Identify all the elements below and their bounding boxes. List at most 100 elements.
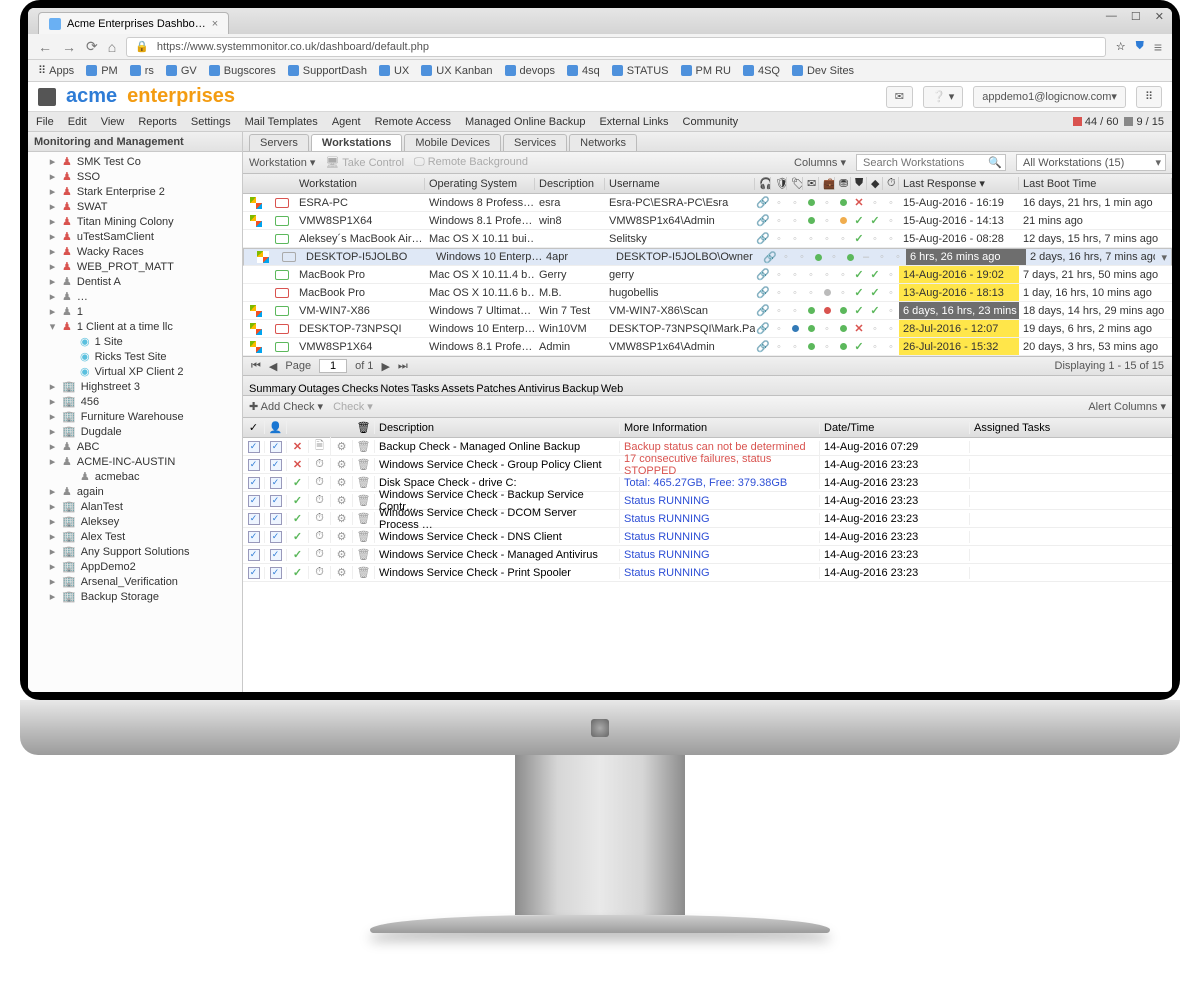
reload-icon[interactable]: ⟳ — [86, 38, 98, 55]
filter-select[interactable]: All Workstations (15) — [1016, 154, 1166, 171]
ws-row[interactable]: VMW8SP1X64 Windows 8.1 Profe… win8 VMW8S… — [243, 212, 1172, 230]
bookmark-apps[interactable]: ⠿ Apps — [38, 64, 74, 77]
bookmark-item[interactable]: 4SQ — [743, 65, 780, 77]
bookmark-item[interactable]: Bugscores — [209, 65, 276, 77]
star-icon[interactable]: ☆ — [1116, 40, 1126, 53]
tree-node[interactable]: ▸♟ACME-INC-AUSTIN — [28, 454, 242, 469]
search-workstations[interactable]: 🔍 — [856, 154, 1006, 171]
menu-item[interactable]: Remote Access — [375, 116, 451, 128]
ws-row[interactable]: VM-WIN7-X86 Windows 7 Ultimat… Win 7 Tes… — [243, 302, 1172, 320]
tree-node[interactable]: ♟acmebac — [28, 469, 242, 484]
shield-icon[interactable]: ⛊ — [1136, 40, 1144, 53]
url-field[interactable]: 🔒 https://www.systemmonitor.co.uk/dashbo… — [126, 37, 1106, 57]
account-button[interactable]: appdemo1@logicnow.com ▾ — [973, 86, 1126, 108]
menu-item[interactable]: Agent — [332, 116, 361, 128]
bookmark-item[interactable]: GV — [166, 65, 197, 77]
bookmark-item[interactable]: PM — [86, 65, 118, 77]
ws-row[interactable]: DESKTOP-I5JOLBO Windows 10 Enterp… 4apr … — [243, 248, 1172, 266]
detail-tab[interactable]: Patches — [476, 383, 516, 395]
tree-node[interactable]: ◉1 Site — [28, 334, 242, 349]
tree-node[interactable]: ▸♟Titan Mining Colony — [28, 214, 242, 229]
last-page[interactable]: ⏭ — [398, 360, 408, 373]
menu-item[interactable]: Managed Online Backup — [465, 116, 585, 128]
back-icon[interactable]: ← — [38, 39, 52, 55]
ws-row[interactable]: MacBook Pro Mac OS X 10.11.4 b… Gerry ge… — [243, 266, 1172, 284]
help-button[interactable]: ❔ ▾ — [923, 86, 963, 108]
browser-tab[interactable]: Acme Enterprises Dashbo… × — [38, 12, 229, 34]
menu-item[interactable]: External Links — [599, 116, 668, 128]
tree-node[interactable]: ▸🏢Highstreet 3 — [28, 379, 242, 394]
bookmark-item[interactable]: PM RU — [681, 65, 731, 77]
workstation-menu[interactable]: Workstation ▾ — [249, 156, 315, 169]
detail-tab[interactable]: Notes — [380, 383, 409, 395]
bookmark-item[interactable]: rs — [130, 65, 154, 77]
detail-tab[interactable]: Outages — [298, 383, 340, 395]
menu-item[interactable]: Community — [683, 116, 739, 128]
detail-tab[interactable]: Checks — [342, 383, 379, 395]
tree-node[interactable]: ▸♟again — [28, 484, 242, 499]
check-row[interactable]: ✓ ✓ ✓ ⏱ ⚙ 🗑 Windows Service Check - Mana… — [243, 546, 1172, 564]
close-icon[interactable]: × — [212, 18, 218, 30]
tree-node[interactable]: ▸♟Stark Enterprise 2 — [28, 184, 242, 199]
tree-node[interactable]: ▸♟SWAT — [28, 199, 242, 214]
minimize-button[interactable]: — — [1106, 10, 1117, 23]
tree-node[interactable]: ▸♟WEB_PROT_MATT — [28, 259, 242, 274]
menu-icon[interactable]: ≡ — [1154, 39, 1162, 55]
ws-row[interactable]: ESRA-PC Windows 8 Profess… esra Esra-PC\… — [243, 194, 1172, 212]
tree-node[interactable]: ▸🏢Arsenal_Verification — [28, 574, 242, 589]
detail-tab[interactable]: Backup — [562, 383, 599, 395]
tree-node[interactable]: ▾♟1 Client at a time llc — [28, 319, 242, 334]
device-tab[interactable]: Workstations — [311, 134, 402, 151]
tree-node[interactable]: ▸♟Dentist A — [28, 274, 242, 289]
device-tab[interactable]: Networks — [569, 134, 637, 151]
tree-node[interactable]: ▸🏢Alex Test — [28, 529, 242, 544]
server-badge[interactable]: 44 / 60 — [1073, 116, 1119, 128]
detail-tab[interactable]: Summary — [249, 383, 296, 395]
apps-icon[interactable]: ⠿ — [1136, 86, 1162, 108]
tree-node[interactable]: ▸♟SMK Test Co — [28, 154, 242, 169]
ws-row[interactable]: Aleksey´s MacBook Air… Mac OS X 10.11 bu… — [243, 230, 1172, 248]
tree-node[interactable]: ▸🏢456 — [28, 394, 242, 409]
device-tab[interactable]: Mobile Devices — [404, 134, 501, 151]
check-row[interactable]: ✓ ✓ ✓ ⏱ ⚙ 🗑 Windows Service Check - DCOM… — [243, 510, 1172, 528]
menu-item[interactable]: View — [101, 116, 125, 128]
menu-item[interactable]: Edit — [68, 116, 87, 128]
menu-item[interactable]: Reports — [138, 116, 177, 128]
tree-node[interactable]: ▸♟1 — [28, 304, 242, 319]
add-check-menu[interactable]: ✚ Add Check ▾ — [249, 400, 323, 413]
tree-node[interactable]: ▸🏢Any Support Solutions — [28, 544, 242, 559]
bookmark-item[interactable]: 4sq — [567, 65, 600, 77]
bookmark-item[interactable]: devops — [505, 65, 555, 77]
device-tab[interactable]: Servers — [249, 134, 309, 151]
detail-tab[interactable]: Assets — [441, 383, 474, 395]
home-icon[interactable]: ⌂ — [108, 39, 116, 55]
ws-grid[interactable]: ESRA-PC Windows 8 Profess… esra Esra-PC\… — [243, 194, 1172, 356]
bookmark-item[interactable]: UX — [379, 65, 409, 77]
first-page[interactable]: ⏮ — [251, 360, 261, 373]
bookmark-item[interactable]: Dev Sites — [792, 65, 854, 77]
search-input[interactable] — [856, 154, 1006, 171]
alert-columns-menu[interactable]: Alert Columns ▾ — [1088, 400, 1166, 413]
tree-node[interactable]: ▸🏢AppDemo2 — [28, 559, 242, 574]
prev-page[interactable]: ◀ — [269, 360, 277, 373]
bookmark-item[interactable]: UX Kanban — [421, 65, 492, 77]
check-row[interactable]: ✓ ✓ ✓ ⏱ ⚙ 🗑 Windows Service Check - Prin… — [243, 564, 1172, 582]
ws-row[interactable]: VMW8SP1X64 Windows 8.1 Profe… Admin VMW8… — [243, 338, 1172, 356]
close-button[interactable]: ✕ — [1155, 10, 1164, 23]
bookmark-item[interactable]: SupportDash — [288, 65, 367, 77]
tree-node[interactable]: ▸🏢AlanTest — [28, 499, 242, 514]
tree-node[interactable]: ▸🏢Dugdale — [28, 424, 242, 439]
ws-row[interactable]: MacBook Pro Mac OS X 10.11.6 b… M.B. hug… — [243, 284, 1172, 302]
checks-grid[interactable]: ✓ ✓ ✕ 🗎 ⚙ 🗑 Backup Check - Managed Onlin… — [243, 438, 1172, 582]
menu-item[interactable]: Settings — [191, 116, 231, 128]
forward-icon[interactable]: → — [62, 39, 76, 55]
tree-node[interactable]: ▸♟… — [28, 289, 242, 304]
tree-node[interactable]: ▸♟uTestSamClient — [28, 229, 242, 244]
tree-node[interactable]: ▸♟ABC — [28, 439, 242, 454]
check-row[interactable]: ✓ ✓ ✕ ⏱ ⚙ 🗑 Windows Service Check - Grou… — [243, 456, 1172, 474]
tree-node[interactable]: ▸♟SSO — [28, 169, 242, 184]
menu-item[interactable]: Mail Templates — [245, 116, 318, 128]
ws-row[interactable]: DESKTOP-73NPSQI Windows 10 Enterp… Win10… — [243, 320, 1172, 338]
tree-node[interactable]: ▸🏢Aleksey — [28, 514, 242, 529]
maximize-button[interactable]: ☐ — [1131, 10, 1141, 23]
